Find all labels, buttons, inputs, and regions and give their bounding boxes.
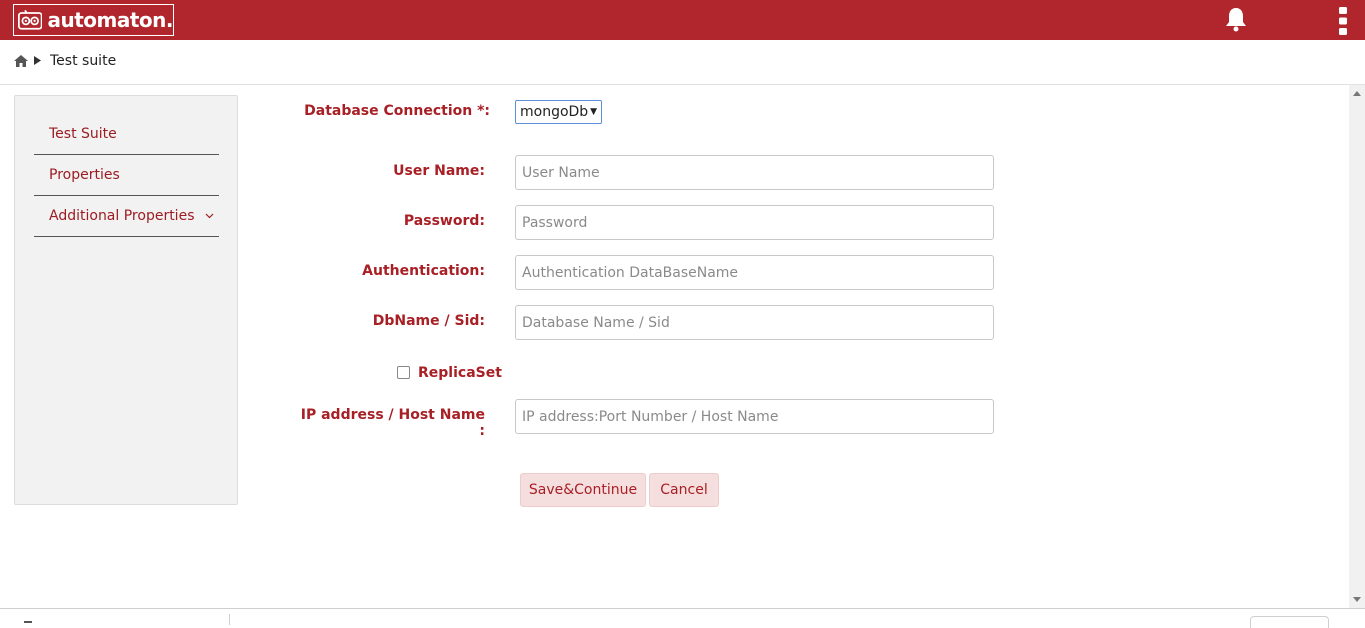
password-label: Password: [403, 213, 485, 229]
home-icon[interactable] [14, 55, 28, 67]
app-logo[interactable]: automaton. [13, 4, 174, 36]
footer-divider [229, 614, 230, 625]
db-connection-select[interactable]: mongoDb ▼ [515, 100, 602, 124]
vertical-scrollbar[interactable] [1349, 85, 1365, 608]
breadcrumb [0, 40, 1365, 85]
db-connection-value: mongoDb [520, 104, 589, 120]
footer-bar [0, 608, 1365, 625]
sidebar-item-label: Test Suite [49, 126, 117, 142]
replicaset-checkbox[interactable] [397, 366, 410, 379]
kebab-menu-icon[interactable] [1337, 6, 1349, 36]
username-input[interactable] [515, 155, 994, 190]
chevron-down-icon [205, 213, 214, 219]
footer-menu-icon[interactable] [24, 621, 32, 623]
top-navbar [0, 0, 1365, 40]
breadcrumb-current: Test suite [50, 53, 117, 69]
db-connection-label: Database Connection *: [304, 103, 490, 119]
sidebar-item-additional-properties[interactable]: Additional Properties [34, 196, 219, 237]
host-label: IP address / Host Name : [300, 407, 485, 439]
scroll-down-icon[interactable] [1353, 597, 1361, 602]
sidebar: Test Suite Properties Additional Propert… [14, 95, 238, 505]
dropdown-arrow-icon: ▼ [590, 107, 597, 117]
bell-icon[interactable] [1224, 6, 1248, 32]
save-continue-button[interactable]: Save&Continue [520, 473, 646, 507]
replicaset-label: ReplicaSet [418, 365, 502, 381]
scroll-up-icon[interactable] [1353, 91, 1361, 96]
breadcrumb-arrow-icon [34, 56, 41, 65]
authentication-input[interactable] [515, 255, 994, 290]
username-label: User Name: [393, 163, 485, 179]
cancel-button[interactable]: Cancel [649, 473, 719, 507]
sidebar-item-label: Additional Properties [49, 208, 195, 224]
host-input[interactable] [515, 399, 994, 434]
dbname-input[interactable] [515, 305, 994, 340]
app-name: automaton. [47, 8, 173, 32]
footer-tab[interactable] [1250, 616, 1329, 628]
sidebar-item-label: Properties [49, 167, 120, 183]
dbname-label: DbName / Sid: [372, 313, 485, 329]
password-input[interactable] [515, 205, 994, 240]
sidebar-item-test-suite[interactable]: Test Suite [34, 114, 219, 155]
robot-logo-icon [18, 9, 43, 30]
sidebar-item-properties[interactable]: Properties [34, 155, 219, 196]
authentication-label: Authentication: [362, 263, 485, 279]
